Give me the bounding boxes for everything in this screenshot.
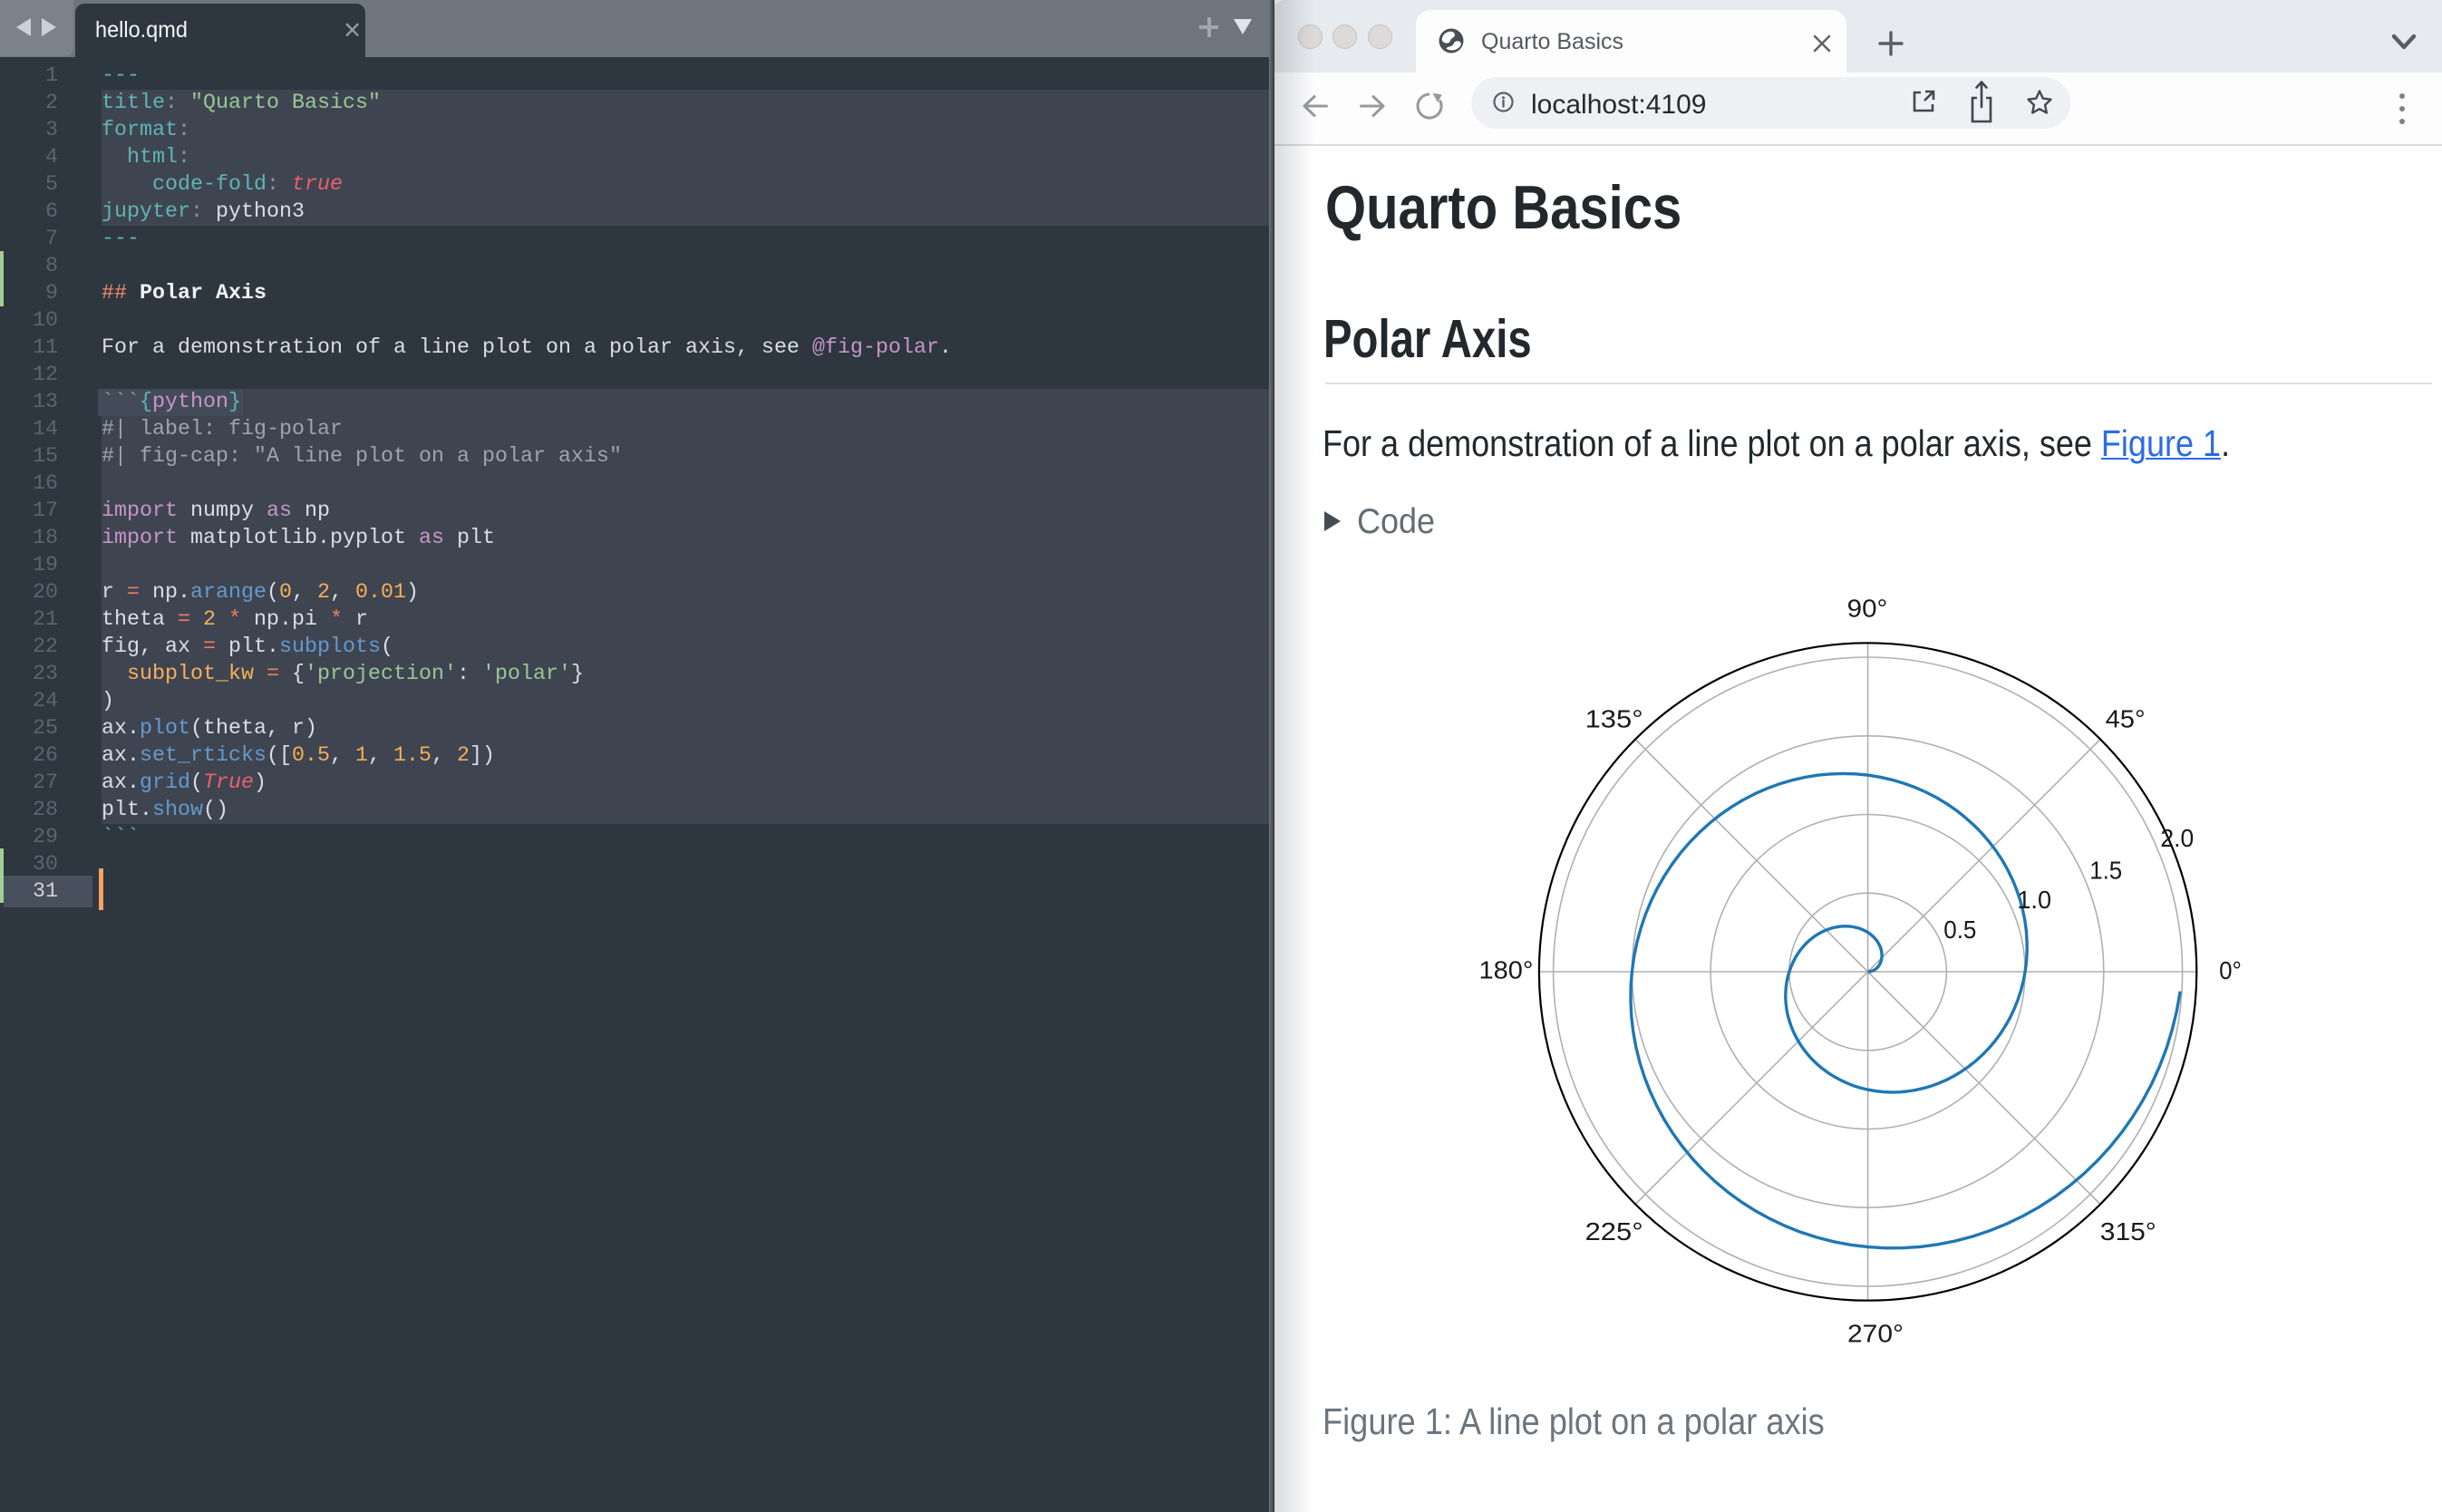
svg-text:0°: 0°	[2219, 956, 2242, 984]
svg-text:45°: 45°	[2106, 705, 2146, 733]
svg-text:1.0: 1.0	[2017, 886, 2051, 914]
svg-text:225°: 225°	[1585, 1217, 1643, 1245]
svg-text:180°: 180°	[1479, 955, 1534, 984]
svg-text:315°: 315°	[2100, 1217, 2156, 1245]
svg-text:1.5: 1.5	[2089, 856, 2122, 884]
svg-text:2.0: 2.0	[2160, 824, 2194, 852]
svg-text:0.5: 0.5	[1943, 916, 1976, 944]
svg-text:135°: 135°	[1585, 705, 1643, 733]
svg-text:270°: 270°	[1847, 1320, 1904, 1348]
svg-text:90°: 90°	[1847, 594, 1888, 622]
